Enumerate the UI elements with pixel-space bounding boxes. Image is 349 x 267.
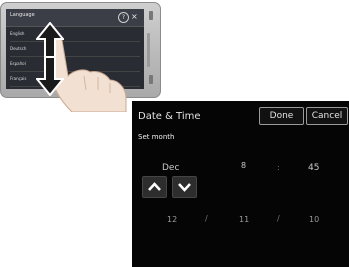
language-title: Language <box>10 12 35 18</box>
day-value[interactable]: 12 <box>167 215 177 224</box>
cancel-button[interactable]: Cancel <box>306 107 348 125</box>
language-header: Language ? × <box>6 9 144 27</box>
date-time-panel: Date & Time Done Cancel Set month Dec 8 … <box>132 101 349 267</box>
month-value[interactable]: Dec <box>162 163 179 173</box>
chevron-up-icon <box>148 182 161 191</box>
panel-subtitle: Set month <box>138 133 175 141</box>
done-button[interactable]: Done <box>259 107 304 125</box>
close-icon[interactable]: × <box>131 12 138 22</box>
increase-button[interactable] <box>142 176 167 198</box>
minute-value[interactable]: 45 <box>308 163 319 173</box>
arrow-down-icon <box>36 56 64 96</box>
device-side-button <box>149 11 153 20</box>
chevron-down-icon <box>178 183 191 192</box>
year-value[interactable]: 10 <box>309 215 319 224</box>
panel-title: Date & Time <box>138 111 201 122</box>
device-illustration: Language ? × English Deutsch Español Fra… <box>0 0 161 112</box>
date-separator: / <box>205 214 208 223</box>
time-colon: : <box>277 163 280 172</box>
month-number-value[interactable]: 11 <box>239 215 249 224</box>
date-separator: / <box>277 214 280 223</box>
decrease-button[interactable] <box>172 176 197 198</box>
device-slot <box>147 33 150 67</box>
device-side-button <box>149 75 153 84</box>
help-icon[interactable]: ? <box>118 12 129 23</box>
hour-value[interactable]: 8 <box>241 161 246 170</box>
